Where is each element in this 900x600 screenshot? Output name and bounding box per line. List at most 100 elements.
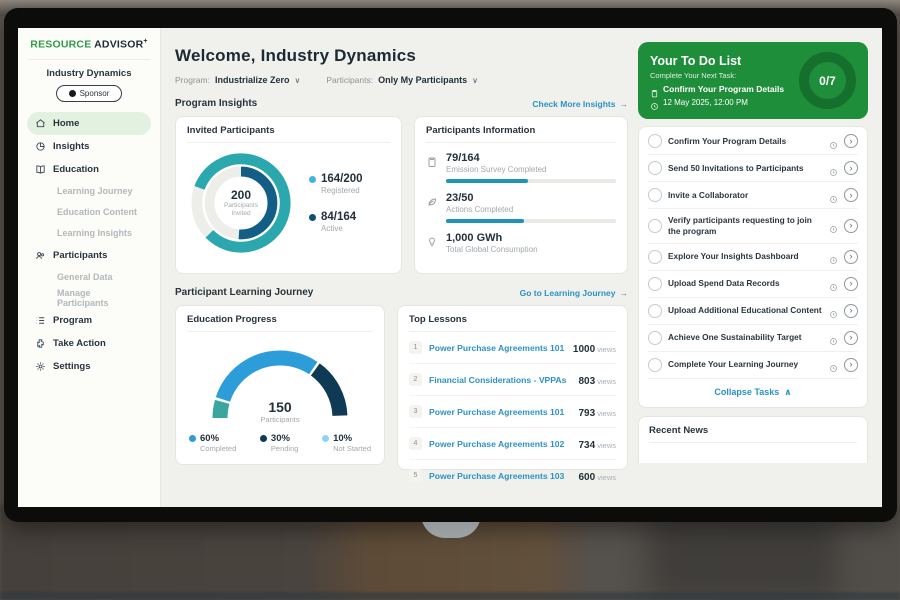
- task-open-button[interactable]: ›: [844, 250, 858, 264]
- task-open-button[interactable]: ›: [844, 331, 858, 345]
- lesson-views: 803 views: [578, 371, 616, 389]
- education-icon: [35, 164, 46, 175]
- sidebar-item-program[interactable]: Program: [27, 309, 151, 332]
- lesson-link[interactable]: Power Purchase Agreements 101: [429, 407, 571, 417]
- clock-icon: [829, 279, 838, 288]
- task-row[interactable]: Achieve One Sustainability Target›: [648, 325, 858, 352]
- stat-row: 1,000 GWhTotal Global Consumption: [426, 232, 616, 254]
- gauge-legend-value: 10%: [322, 433, 371, 444]
- filter-value: Industrialize Zero: [215, 75, 290, 85]
- task-checkbox[interactable]: [648, 277, 662, 291]
- lesson-link[interactable]: Power Purchase Agreements 102: [429, 439, 571, 449]
- sidebar-subitem-education-content[interactable]: Education Content: [27, 202, 151, 223]
- program-insights-title: Program Insights: [175, 98, 257, 109]
- sidebar-subitem-learning-insights[interactable]: Learning Insights: [27, 223, 151, 244]
- sidebar-subitem-manage-participants[interactable]: Manage Participants: [27, 288, 151, 309]
- task-open-button[interactable]: ›: [844, 161, 858, 175]
- task-row[interactable]: Upload Additional Educational Content›: [648, 298, 858, 325]
- lesson-row[interactable]: 1Power Purchase Agreements 1011000 views: [409, 332, 616, 364]
- sidebar-item-settings[interactable]: Settings: [27, 355, 151, 378]
- todo-datetime: 12 May 2025, 12:00 PM: [663, 98, 748, 107]
- task-checkbox[interactable]: [648, 304, 662, 318]
- clock-icon: [829, 164, 838, 173]
- gauge-legend-value: 60%: [189, 433, 236, 444]
- task-checkbox[interactable]: [648, 358, 662, 372]
- main-content: Welcome, Industry Dynamics Program:Indus…: [161, 28, 638, 507]
- legend-value: 84/164: [309, 211, 363, 223]
- invited-donut-chart: 200 Participants Invited: [187, 149, 295, 257]
- task-row[interactable]: Send 50 Invitations to Participants›: [648, 155, 858, 182]
- lesson-rank: 4: [409, 437, 422, 450]
- lesson-row[interactable]: 3Power Purchase Agreements 101793 views: [409, 396, 616, 428]
- lesson-link[interactable]: Financial Considerations - VPPAs: [429, 375, 571, 385]
- top-lessons-card: Top Lessons 1Power Purchase Agreements 1…: [397, 305, 628, 470]
- gauge-legend-dot-icon: [189, 435, 196, 442]
- sidebar-item-take-action[interactable]: Take Action: [27, 332, 151, 355]
- sidebar-subitem-general-data[interactable]: General Data: [27, 267, 151, 288]
- legend-dot-icon: [309, 214, 316, 221]
- recent-news-title: Recent News: [649, 425, 857, 443]
- logo-resource: RESOURCE: [30, 39, 91, 51]
- lesson-row[interactable]: 2Financial Considerations - VPPAs803 vie…: [409, 364, 616, 396]
- invited-participants-card: Invited Participants 200 Partic: [175, 116, 402, 274]
- stat-row: 79/164Emission Survey Completed: [426, 152, 616, 183]
- task-open-button[interactable]: ›: [844, 358, 858, 372]
- legend-value: 164/200: [309, 173, 363, 185]
- task-row[interactable]: Upload Spend Data Records›: [648, 271, 858, 298]
- progress-bar: [446, 219, 616, 223]
- task-checkbox[interactable]: [648, 188, 662, 202]
- stat-row: 23/50Actions Completed: [426, 192, 616, 223]
- page-title: Welcome, Industry Dynamics: [175, 46, 628, 66]
- filter-dropdown-0[interactable]: Program:Industrialize Zero∨: [175, 75, 300, 85]
- lesson-link[interactable]: Power Purchase Agreements 101: [429, 343, 566, 353]
- leaf-icon: [426, 195, 438, 207]
- participants-information-card: Participants Information 79/164Emission …: [414, 116, 628, 274]
- task-row[interactable]: Explore Your Insights Dashboard›: [648, 244, 858, 271]
- sidebar-item-participants[interactable]: Participants: [27, 244, 151, 267]
- legend-item-active: 84/164Active: [309, 211, 363, 233]
- task-row[interactable]: Complete Your Learning Journey›: [648, 352, 858, 379]
- lesson-views: 793 views: [578, 403, 616, 421]
- check-more-insights-link[interactable]: Check More Insights →: [532, 99, 628, 109]
- task-open-button[interactable]: ›: [844, 219, 858, 233]
- todo-header-card: Your To Do List Complete Your Next Task:…: [638, 42, 868, 119]
- task-row[interactable]: Confirm Your Program Details›: [648, 128, 858, 155]
- lesson-row[interactable]: 4Power Purchase Agreements 102734 views: [409, 428, 616, 460]
- task-row[interactable]: Verify participants requesting to join t…: [648, 209, 858, 244]
- lesson-row[interactable]: 5Power Purchase Agreements 103600 views: [409, 460, 616, 491]
- task-checkbox[interactable]: [648, 161, 662, 175]
- sidebar: RESOURCE ADVISOR+ Industry Dynamics Spon…: [18, 28, 161, 507]
- task-checkbox[interactable]: [648, 250, 662, 264]
- chevron-down-icon: ∨: [472, 76, 478, 85]
- task-open-button[interactable]: ›: [844, 277, 858, 291]
- task-checkbox[interactable]: [648, 219, 662, 233]
- collapse-tasks-link[interactable]: Collapse Tasks ∧: [648, 379, 858, 406]
- task-open-button[interactable]: ›: [844, 134, 858, 148]
- sponsor-badge[interactable]: Sponsor: [56, 85, 122, 102]
- task-open-button[interactable]: ›: [844, 188, 858, 202]
- sidebar-subitem-learning-journey[interactable]: Learning Journey: [27, 181, 151, 202]
- task-open-button[interactable]: ›: [844, 304, 858, 318]
- todo-progress-ring: 0/7: [799, 52, 856, 109]
- sidebar-item-education[interactable]: Education: [27, 158, 151, 181]
- task-row[interactable]: Invite a Collaborator›: [648, 182, 858, 209]
- stat-value: 23/50: [446, 192, 616, 204]
- chevron-up-icon: ∧: [784, 387, 791, 398]
- sidebar-item-insights[interactable]: Insights: [27, 135, 151, 158]
- task-checkbox[interactable]: [648, 134, 662, 148]
- gauge-legend-dot-icon: [322, 435, 329, 442]
- lesson-views-suffix: views: [595, 377, 616, 386]
- lesson-link[interactable]: Power Purchase Agreements 103: [429, 471, 571, 481]
- clock-icon: [829, 137, 838, 146]
- stat-body: 79/164Emission Survey Completed: [446, 152, 616, 183]
- task-checkbox[interactable]: [648, 331, 662, 345]
- filter-dropdown-1[interactable]: Participants:Only My Participants∨: [326, 75, 478, 85]
- sponsor-icon: [69, 90, 76, 97]
- right-panel: Your To Do List Complete Your Next Task:…: [638, 28, 882, 507]
- sidebar-item-label: Home: [53, 118, 79, 129]
- sidebar-item-home[interactable]: Home: [27, 112, 151, 135]
- collapse-tasks-label: Collapse Tasks: [714, 387, 779, 398]
- gauge-legend-label: Not Started: [333, 444, 371, 453]
- stat-label: Emission Survey Completed: [446, 165, 616, 174]
- go-to-learning-journey-link[interactable]: Go to Learning Journey →: [520, 288, 628, 298]
